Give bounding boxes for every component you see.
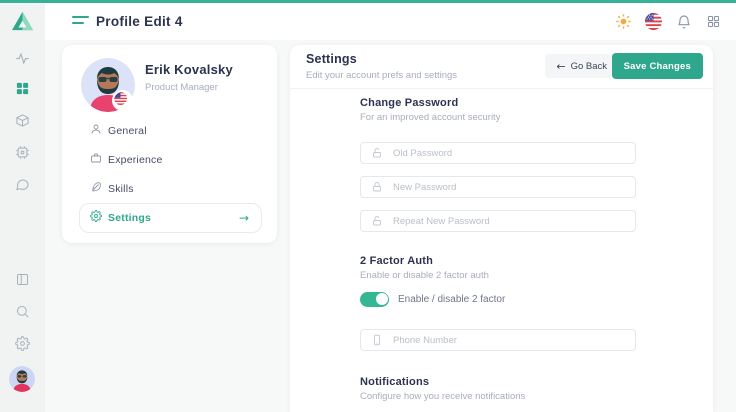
profile-menu-label: Skills [108,183,134,195]
toggle-knob [376,293,388,305]
top-header: Profile Edit 4 [45,3,736,40]
repeat-password-field[interactable] [360,210,636,232]
top-accent-bar [0,0,736,3]
sidebar-user-avatar[interactable] [9,366,35,392]
two-factor-toggle[interactable] [360,292,389,307]
old-password-input[interactable] [391,147,595,160]
header-actions [615,3,722,40]
profile-card: Erik Kovalsky Product Manager General Ex… [62,45,277,243]
phone-number-field[interactable] [360,329,636,351]
lock-icon [371,181,383,193]
profile-menu-experience[interactable]: Experience [62,145,277,174]
profile-menu-settings[interactable]: Settings → [79,203,262,233]
phone-number-input[interactable] [391,334,595,347]
notifications-title: Notifications [360,376,429,388]
settings-panel: Settings Edit your account prefs and set… [290,45,713,412]
theme-sun-icon[interactable] [615,13,632,30]
two-factor-toggle-label: Enable / disable 2 factor [398,294,505,305]
sidebar-item-search-icon[interactable] [0,304,45,319]
sidebar-item-cpu-icon[interactable] [0,145,45,160]
sidebar-item-package-icon[interactable] [0,113,45,128]
two-factor-title: 2 Factor Auth [360,255,433,267]
apps-grid-icon[interactable] [705,13,722,30]
app-logo-icon[interactable] [11,10,34,33]
new-password-field[interactable] [360,176,636,198]
sidebar-item-activity-icon[interactable] [0,51,45,66]
sidebar-item-settings-icon[interactable] [0,336,45,351]
save-changes-button[interactable]: Save Changes [612,53,703,79]
change-password-title: Change Password [360,97,458,109]
profile-role: Product Manager [145,82,218,93]
two-factor-subtitle: Enable or disable 2 factor auth [360,270,489,281]
repeat-password-input[interactable] [391,215,595,228]
briefcase-icon [90,151,102,169]
new-password-input[interactable] [391,181,595,194]
profile-name: Erik Kovalsky [145,62,233,77]
profile-menu-general[interactable]: General [62,116,277,145]
user-icon [90,122,102,140]
two-factor-toggle-row: Enable / disable 2 factor [360,291,505,307]
arrow-right-icon: → [239,211,249,225]
go-back-button[interactable]: ← Go Back [545,54,618,78]
settings-subtitle: Edit your account prefs and settings [306,70,457,81]
change-password-subtitle: For an improved account security [360,112,500,123]
profile-country-flag-icon [112,90,133,111]
profile-menu-label: Settings [108,212,151,224]
sidebar-item-dashboard-icon[interactable] [0,81,45,96]
feather-icon [90,180,102,198]
gear-icon [90,209,102,227]
page-title: Profile Edit 4 [96,14,183,29]
profile-menu-skills[interactable]: Skills [62,174,277,203]
sidebar-item-layout-icon[interactable] [0,272,45,287]
unlock-icon [371,215,383,227]
go-back-label: Go Back [571,61,607,72]
unlock-icon [371,147,383,159]
menu-toggle-icon[interactable] [72,16,89,24]
profile-menu-label: Experience [108,154,163,166]
settings-panel-header: Settings Edit your account prefs and set… [290,45,713,89]
profile-menu-label: General [108,125,147,137]
sidebar [0,3,45,412]
smartphone-icon [371,334,383,346]
notifications-subtitle: Configure how you receive notifications [360,391,525,402]
old-password-field[interactable] [360,142,636,164]
app-window: Profile Edit 4 [0,0,736,412]
settings-title: Settings [306,52,357,66]
language-us-flag-icon[interactable] [645,13,662,30]
sidebar-item-chat-icon[interactable] [0,177,45,192]
notifications-bell-icon[interactable] [675,13,692,30]
arrow-left-icon: ← [556,60,565,73]
profile-avatar [81,58,135,112]
